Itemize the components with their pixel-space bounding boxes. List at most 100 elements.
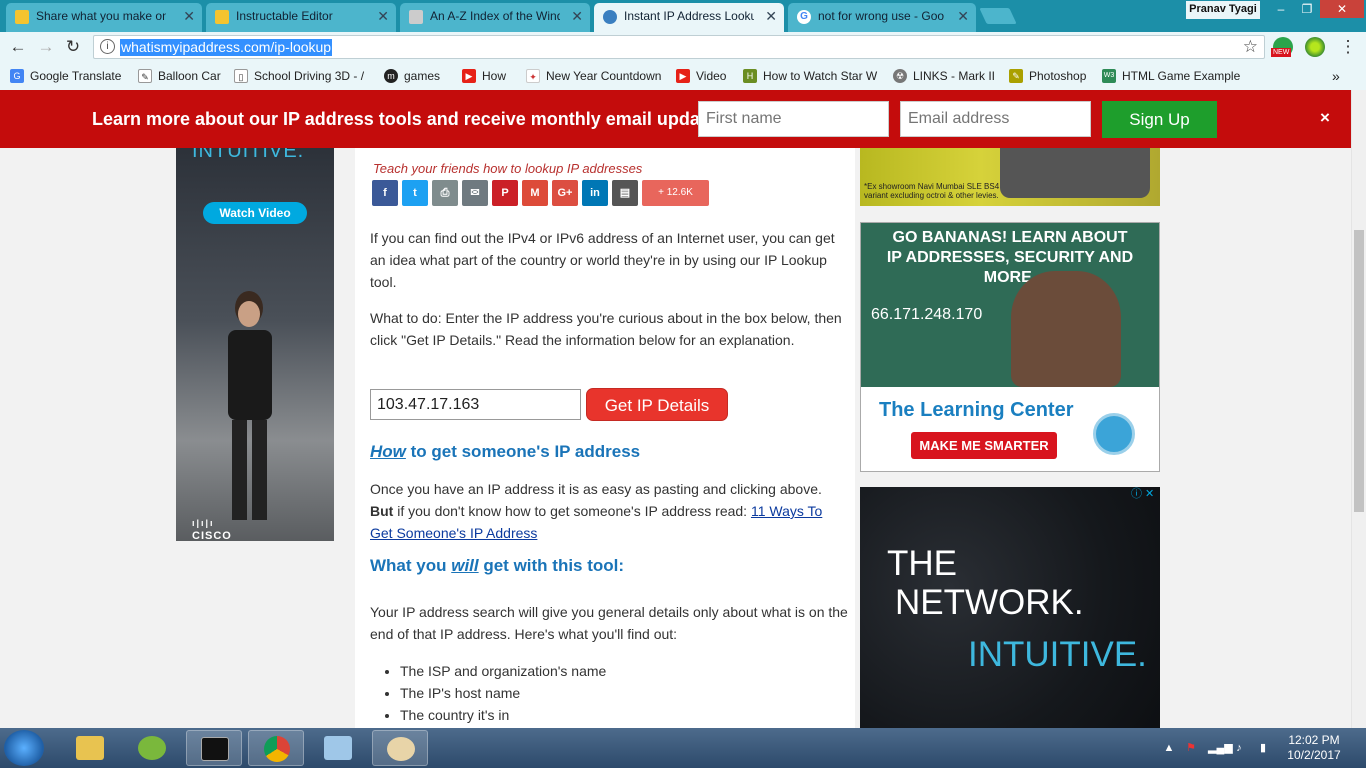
tab-share[interactable]: Share what you make on ✕ [6, 3, 202, 32]
facebook-icon: f [383, 187, 387, 199]
tab-az-index[interactable]: An A-Z Index of the Wind ✕ [400, 3, 590, 32]
paint-taskbar-button[interactable] [372, 730, 428, 766]
star-icon[interactable]: ☆ [1243, 36, 1258, 58]
chimp-image [1011, 271, 1121, 387]
cisco-ad[interactable]: INTUITIVE. Watch Video ı|ı|ı CISCO [176, 140, 334, 542]
close-icon[interactable]: ✕ [765, 3, 777, 30]
print-share-button[interactable]: ⎙ [432, 180, 458, 206]
close-icon[interactable]: ✕ [957, 3, 969, 30]
signal-icon[interactable]: ▂▄▆ [1208, 741, 1233, 755]
bookmark-item[interactable]: m games [384, 68, 440, 84]
clock[interactable]: 12:02 PM 10/2/2017 [1278, 733, 1350, 763]
tab-label: An A-Z Index of the Wind [430, 9, 560, 23]
bookmark-item[interactable]: ▶ How [462, 68, 506, 84]
what-heading-text: What you [370, 556, 452, 575]
gmail-share-button[interactable]: M [522, 180, 548, 206]
bookmark-item[interactable]: ✦ New Year Countdown [526, 68, 661, 84]
watch-video-button[interactable]: Watch Video [203, 202, 307, 224]
more-bookmarks-icon[interactable]: » [1314, 68, 1340, 84]
ip-address-input[interactable] [370, 389, 581, 420]
menu-icon[interactable]: ⋮ [1338, 36, 1358, 58]
app-taskbar-button[interactable] [124, 730, 180, 766]
ad-headline-line: GO BANANAS! LEARN ABOUT [892, 229, 1128, 246]
notepad-taskbar-button[interactable] [310, 730, 366, 766]
network-flag-icon[interactable]: ⚑ [1184, 741, 1198, 755]
how-heading: How to get someone's IP address [370, 442, 640, 462]
car-ad[interactable]: *Ex showroom Navi Mumbai SLE BS4 variant… [860, 140, 1160, 206]
w3schools-icon: W3 [1102, 69, 1116, 83]
cmd-taskbar-button[interactable] [186, 730, 242, 766]
how-text: if you don't know how to get someone's I… [393, 503, 751, 519]
cisco-network-ad[interactable]: ⓘ ✕ THE NETWORK. INTUITIVE. [860, 487, 1160, 728]
bookmark-item[interactable]: ▯ School Driving 3D - / [234, 68, 364, 84]
what-heading-text: get with this tool: [478, 556, 625, 575]
volume-icon[interactable]: ♪ [1232, 741, 1246, 755]
get-ip-details-button[interactable]: Get IP Details [586, 388, 728, 421]
share-count-button[interactable]: + 12.6K [642, 180, 709, 206]
ad-choices-icon[interactable]: ⓘ ✕ [1131, 488, 1157, 500]
learning-center-ad[interactable]: GO BANANAS! LEARN ABOUT IP ADDRESSES, SE… [860, 222, 1160, 472]
email-share-button[interactable]: ✉ [462, 180, 488, 206]
tab-ip-lookup[interactable]: Instant IP Address Looku ✕ [594, 3, 784, 32]
extension-icon[interactable]: NEW [1271, 37, 1293, 57]
tab-google[interactable]: G not for wrong use - Goo ✕ [788, 3, 976, 32]
bookmark-item[interactable]: ✎ Photoshop [1009, 68, 1086, 84]
close-icon[interactable]: ✕ [571, 3, 583, 30]
ad-headline: GO BANANAS! LEARN ABOUT IP ADDRESSES, SE… [861, 228, 1159, 288]
forward-arrow-icon[interactable]: → [36, 36, 56, 58]
bookmark-item[interactable]: ✎ Balloon Car [138, 68, 221, 84]
terminal-icon [201, 737, 229, 761]
printfriendly-share-button[interactable]: ▤ [612, 180, 638, 206]
facebook-share-button[interactable]: f [372, 180, 398, 206]
make-me-smarter-button[interactable]: MAKE ME SMARTER [911, 432, 1057, 459]
first-name-input[interactable] [698, 101, 889, 137]
games-icon: m [384, 69, 398, 83]
bookmark-item[interactable]: ☢ LINKS - Mark II [893, 68, 995, 84]
info-icon[interactable]: i [100, 39, 115, 54]
tab-instructable-editor[interactable]: Instructable Editor ✕ [206, 3, 396, 32]
new-tab-button[interactable] [979, 8, 1017, 24]
start-button[interactable] [4, 730, 44, 766]
page-scrollbar[interactable] [1351, 90, 1366, 728]
bookmark-item[interactable]: H How to Watch Star W [743, 68, 877, 84]
close-window-button[interactable]: ✕ [1320, 0, 1364, 18]
list-item: The IP's host name [400, 682, 606, 704]
close-icon[interactable]: ✕ [183, 3, 195, 30]
back-arrow-icon[interactable]: ← [8, 36, 28, 58]
sign-up-button[interactable]: Sign Up [1102, 101, 1217, 138]
google-plus-share-button[interactable]: G+ [552, 180, 578, 206]
main-content: Teach your friends how to lookup IP addr… [355, 148, 855, 728]
instructables-icon [215, 10, 229, 24]
close-icon[interactable]: × [1320, 108, 1330, 128]
email-input[interactable] [900, 101, 1091, 137]
explorer-taskbar-button[interactable] [62, 730, 118, 766]
linkedin-icon: in [590, 187, 600, 199]
tray-arrow-icon[interactable]: ▲ [1162, 741, 1176, 755]
bookmark-item[interactable]: W3 HTML Game Example [1102, 68, 1240, 84]
what-heading: What you will get with this tool: [370, 556, 624, 576]
url-text[interactable]: whatismyipaddress.com/ip-lookup [120, 39, 333, 56]
how-heading-text: to get someone's IP address [405, 442, 641, 461]
reload-icon[interactable]: ↻ [63, 36, 83, 58]
twitter-share-button[interactable]: t [402, 180, 428, 206]
battery-icon[interactable]: ▮ [1256, 741, 1270, 755]
linkedin-share-button[interactable]: in [582, 180, 608, 206]
how-emphasis: How [370, 442, 406, 461]
folder-icon [76, 736, 104, 760]
scrollbar-thumb[interactable] [1354, 230, 1364, 512]
extension-icon[interactable] [1305, 37, 1325, 57]
address-bar[interactable]: i whatismyipaddress.com/ip-lookup ☆ [93, 35, 1265, 59]
page-icon: ▯ [234, 69, 248, 83]
ipv6-globe-icon [1093, 413, 1135, 455]
links-icon: ☢ [893, 69, 907, 83]
pinterest-share-button[interactable]: P [492, 180, 518, 206]
maximize-button[interactable]: ❐ [1294, 0, 1320, 18]
what-emphasis: will [451, 556, 479, 575]
close-icon[interactable]: ✕ [377, 3, 389, 30]
profile-name[interactable]: Pranav Tyagi [1186, 1, 1260, 19]
chrome-taskbar-button[interactable] [248, 730, 304, 766]
bookmark-item[interactable]: G Google Translate [10, 68, 121, 84]
bookmark-item[interactable]: ▶ Video [676, 68, 726, 84]
minimize-button[interactable]: – [1268, 0, 1294, 18]
youtube-icon: ▶ [462, 69, 476, 83]
